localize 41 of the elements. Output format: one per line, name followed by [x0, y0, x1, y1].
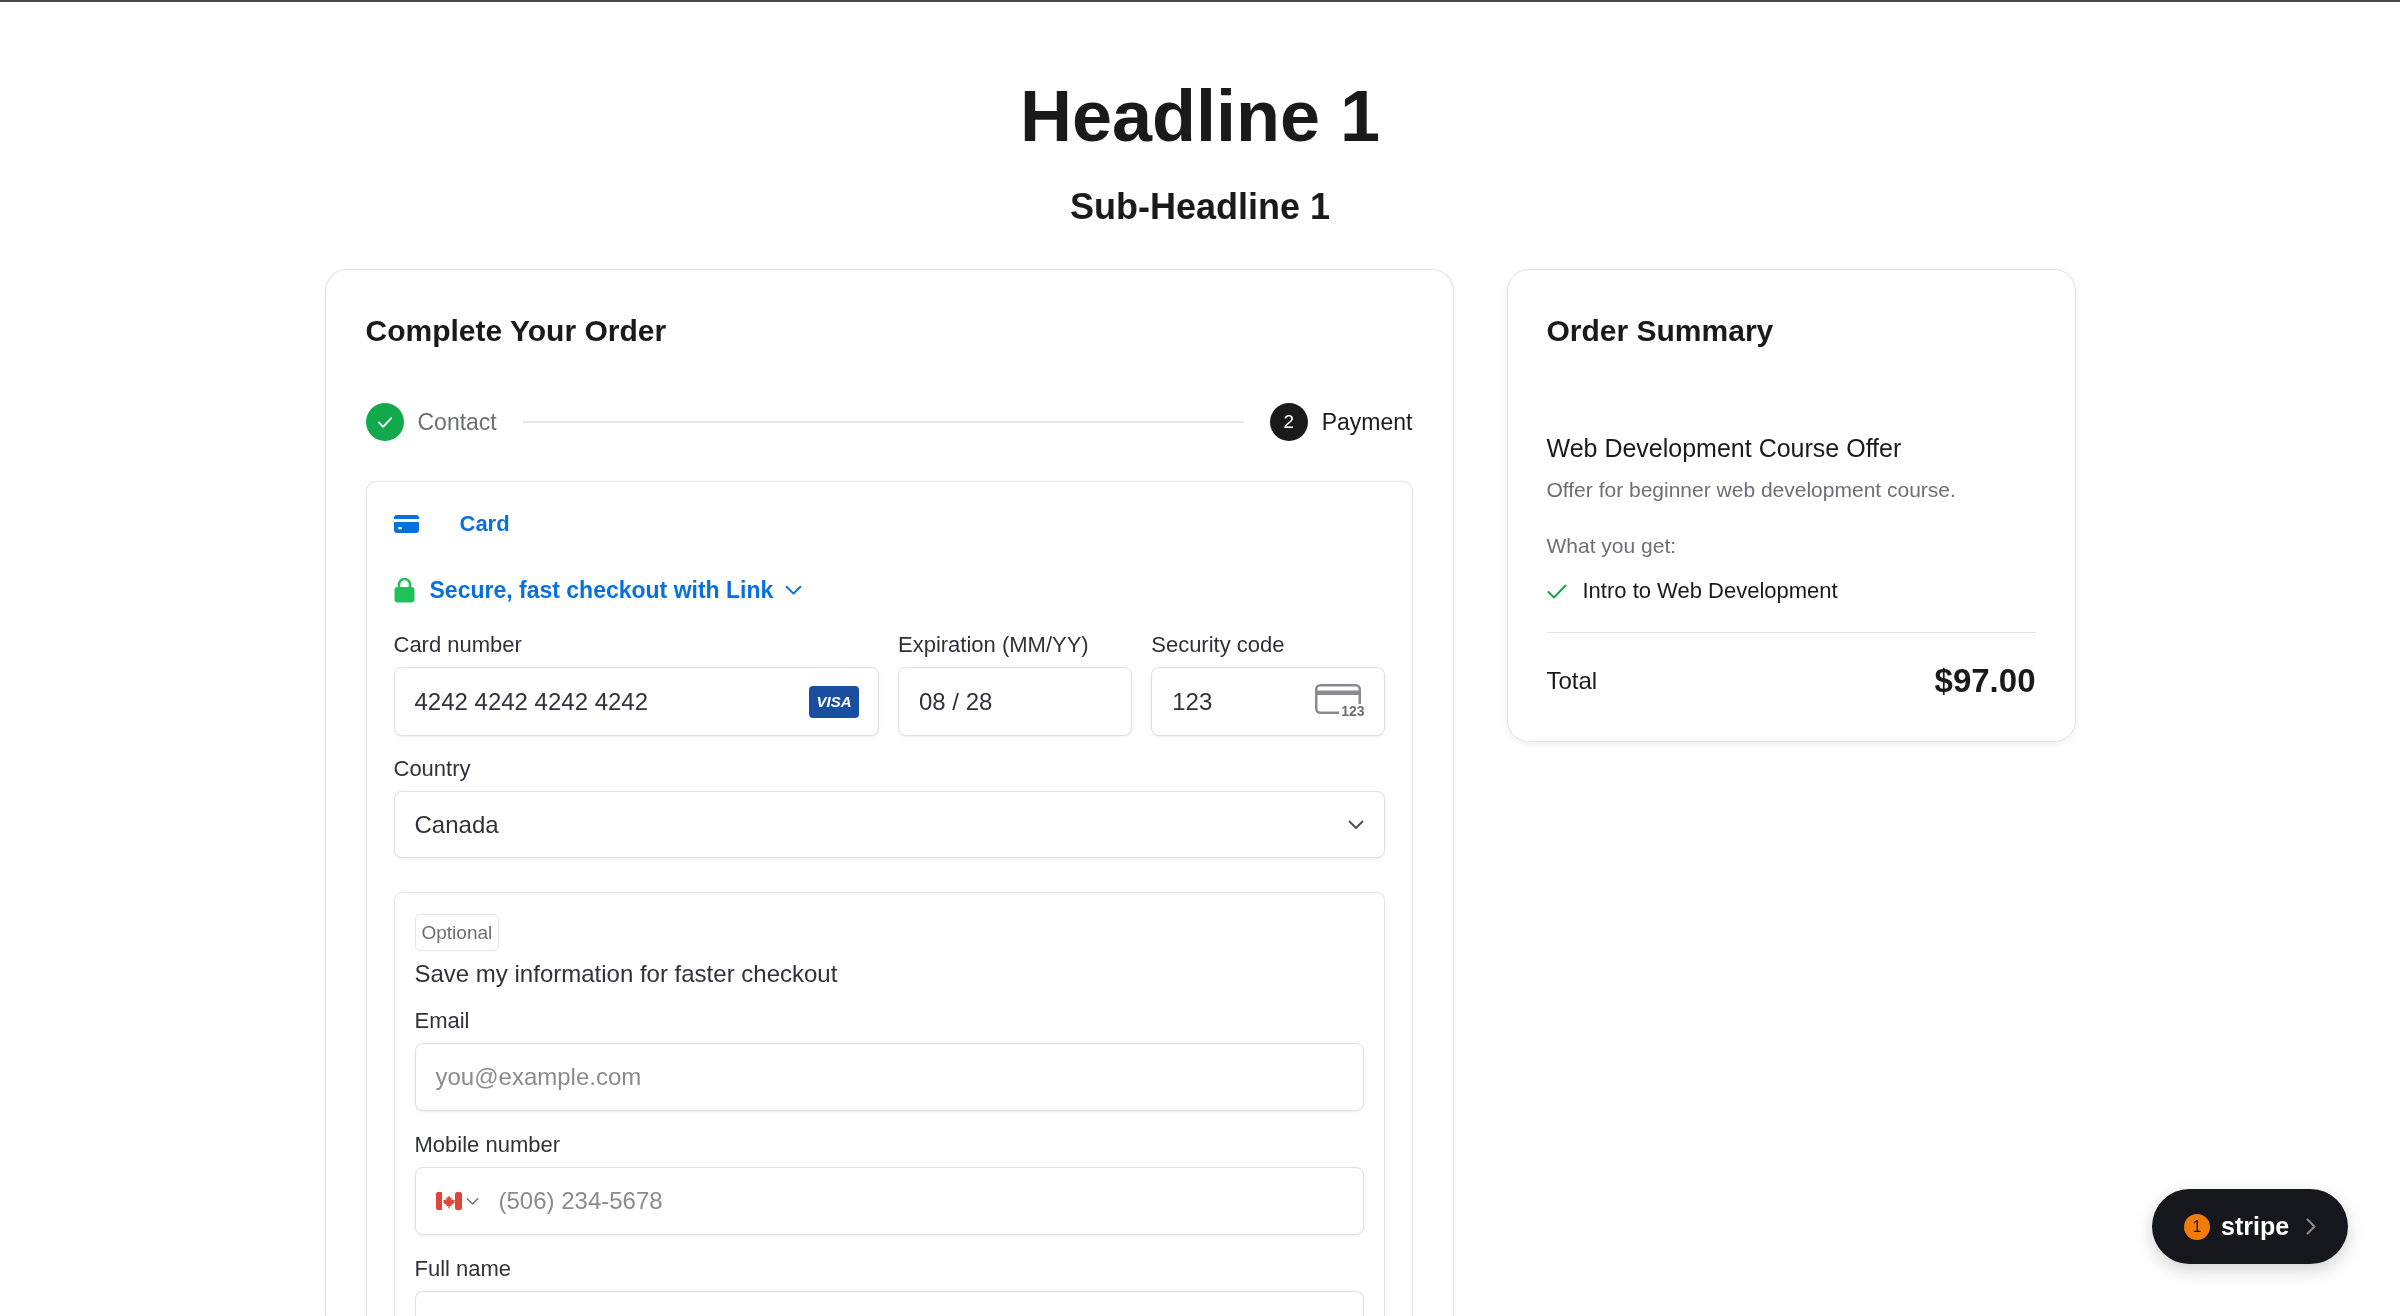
field-label: Expiration (MM/YY): [897, 631, 1090, 659]
field-label: Card number: [393, 631, 523, 659]
product-description: Offer for beginner web development course.: [1546, 477, 1956, 503]
chevron-down-icon: [785, 584, 803, 596]
payment-method-tab[interactable]: Card: [393, 509, 510, 539]
step-number: 2: [1269, 403, 1308, 441]
page-headline: Headline 1: [1019, 76, 1381, 156]
card-brand-logo: VISA: [808, 685, 859, 718]
included-item: Intro to Web Development: [1582, 578, 1838, 604]
product-name: Web Development Course Offer: [1546, 433, 1902, 464]
notification-count: 1: [2184, 1213, 2210, 1240]
total-label: Total: [1546, 666, 1598, 696]
security-code-field[interactable]: 123 123: [1151, 667, 1385, 736]
chevron-down-icon: [1347, 819, 1364, 830]
full-name-field[interactable]: [414, 1291, 1364, 1316]
country-select[interactable]: Canada: [393, 791, 1385, 858]
country-code-picker[interactable]: [435, 1192, 479, 1210]
field-label: Country: [393, 755, 472, 783]
field-label: Full name: [414, 1255, 512, 1283]
expiration-field[interactable]: 08 / 28: [897, 667, 1133, 736]
includes-label: What you get:: [1546, 533, 1677, 559]
total-amount: $97.00: [1934, 661, 2036, 701]
check-icon: [1546, 583, 1567, 599]
checkout-title: Complete Your Order: [365, 313, 667, 349]
save-info-title: Save my information for faster checkout: [414, 959, 838, 989]
optional-tag: Optional: [414, 914, 500, 951]
flag-icon: [435, 1192, 462, 1210]
stripe-badge[interactable]: 1 stripe: [2152, 1189, 2348, 1264]
lock-icon: [393, 577, 415, 603]
field-label: Email: [414, 1007, 470, 1035]
summary-title: Order Summary: [1546, 313, 1774, 349]
credit-card-icon: [393, 515, 419, 533]
step-label: Payment: [1321, 408, 1413, 437]
chevron-right-icon: [2306, 1218, 2317, 1235]
link-checkout-toggle[interactable]: Secure, fast checkout with Link: [393, 575, 803, 605]
step-label: Contact: [417, 408, 497, 437]
field-label: Mobile number: [414, 1131, 560, 1159]
page-subheadline: Sub-Headline 1: [1069, 185, 1331, 229]
card-number-field[interactable]: 4242 4242 4242 4242 VISA: [393, 667, 879, 736]
caret-icon: [465, 1196, 479, 1206]
field-label: Security code: [1151, 631, 1286, 659]
